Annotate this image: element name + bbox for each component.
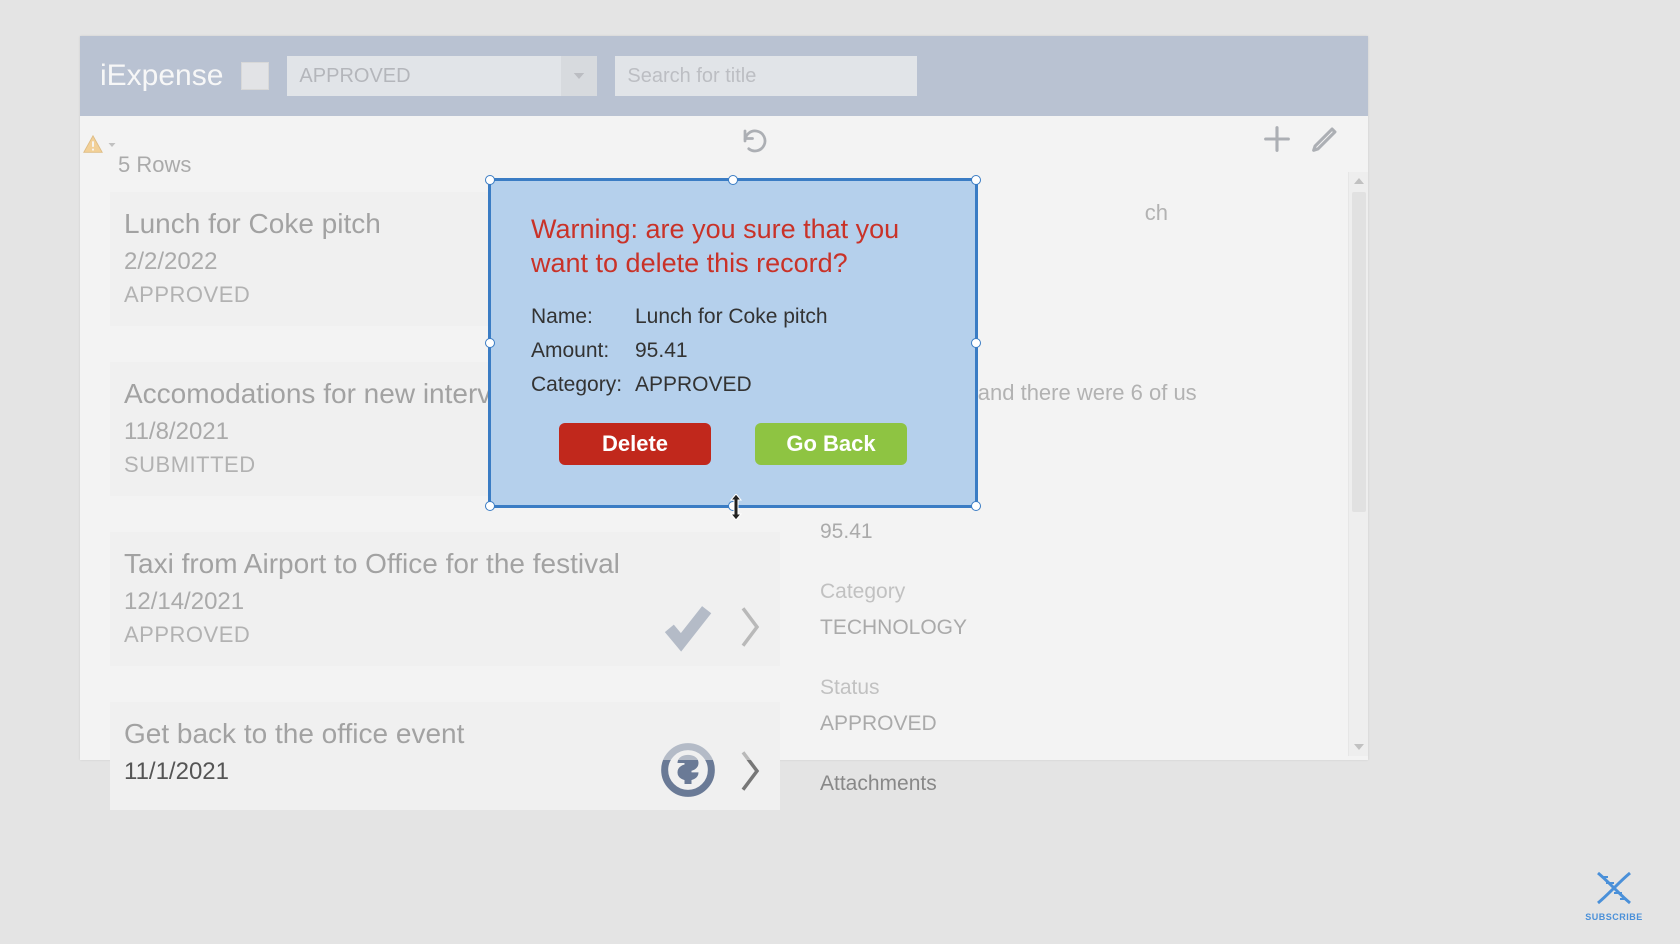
- delete-confirm-modal[interactable]: Warning: are you sure that you want to d…: [488, 178, 978, 508]
- modal-category-label: Category:: [531, 373, 635, 397]
- resize-handle-icon[interactable]: [971, 338, 981, 348]
- modal-amount-value: 95.41: [635, 339, 688, 363]
- filter-selected-value: APPROVED: [299, 65, 410, 88]
- detail-attachments-label: Attachments: [820, 772, 1338, 796]
- toolbar: 5 Rows: [80, 116, 1368, 172]
- list-item[interactable]: Get back to the office event 11/1/2021: [110, 702, 780, 810]
- detail-status-value: APPROVED: [820, 712, 1338, 736]
- warning-icon: [82, 134, 104, 156]
- subscribe-badge[interactable]: SUBSCRIBE: [1584, 869, 1644, 922]
- filter-select[interactable]: APPROVED: [287, 56, 597, 96]
- detail-category-value: TECHNOLOGY: [820, 616, 1338, 640]
- dna-icon: [1592, 869, 1636, 907]
- app-title: iExpense: [100, 59, 223, 93]
- search-input[interactable]: [615, 56, 917, 96]
- header: iExpense APPROVED: [80, 36, 1368, 116]
- chevron-down-icon[interactable]: [106, 138, 118, 154]
- list-item[interactable]: Taxi from Airport to Office for the fest…: [110, 532, 780, 666]
- scroll-down-icon[interactable]: [1349, 738, 1368, 756]
- filter-checkbox[interactable]: [241, 62, 269, 90]
- resize-handle-icon[interactable]: [971, 501, 981, 511]
- resize-handle-icon[interactable]: [485, 501, 495, 511]
- checkmark-icon[interactable]: [660, 598, 720, 658]
- detail-category-label: Category: [820, 580, 1338, 604]
- scroll-thumb[interactable]: [1352, 192, 1366, 512]
- edit-icon[interactable]: [1308, 122, 1346, 160]
- modal-title: Warning: are you sure that you want to d…: [531, 213, 935, 281]
- scrollbar[interactable]: [1348, 172, 1368, 756]
- detail-status-label: Status: [820, 676, 1338, 700]
- dollar-icon[interactable]: [660, 742, 720, 802]
- resize-handle-icon[interactable]: [728, 501, 738, 511]
- modal-category-value: APPROVED: [635, 373, 752, 397]
- resize-handle-icon[interactable]: [971, 175, 981, 185]
- chevron-right-icon[interactable]: [736, 747, 764, 800]
- refresh-icon[interactable]: [740, 126, 774, 160]
- detail-amount: 95.41: [820, 520, 1338, 544]
- add-icon[interactable]: [1260, 122, 1298, 160]
- modal-name-value: Lunch for Coke pitch: [635, 305, 828, 329]
- subscribe-label: SUBSCRIBE: [1584, 912, 1644, 922]
- delete-button[interactable]: Delete: [559, 423, 711, 465]
- go-back-button[interactable]: Go Back: [755, 423, 907, 465]
- chevron-right-icon[interactable]: [736, 603, 764, 656]
- modal-amount-label: Amount:: [531, 339, 635, 363]
- resize-handle-icon[interactable]: [728, 175, 738, 185]
- scroll-up-icon[interactable]: [1349, 172, 1368, 190]
- resize-handle-icon[interactable]: [485, 175, 495, 185]
- resize-handle-icon[interactable]: [485, 338, 495, 348]
- item-title: Taxi from Airport to Office for the fest…: [124, 548, 766, 580]
- chevron-down-icon: [561, 56, 597, 96]
- modal-content: Warning: are you sure that you want to d…: [491, 181, 975, 489]
- modal-name-label: Name:: [531, 305, 635, 329]
